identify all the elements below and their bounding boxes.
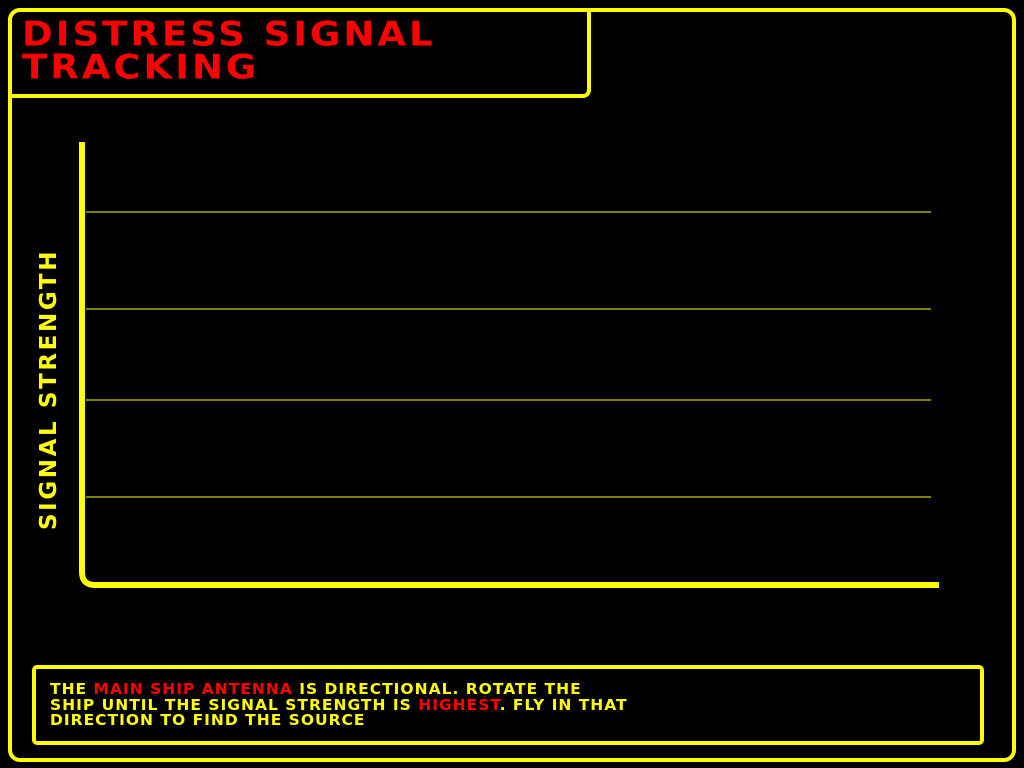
- chart-gridlines: [86, 211, 931, 498]
- instructions-panel: THE MAIN SHIP ANTENNA IS DIRECTIONAL. RO…: [32, 665, 984, 745]
- signal-chart: [79, 142, 939, 588]
- title-line-2: TRACKING: [22, 47, 260, 87]
- instructions-line3: DIRECTION TO FIND THE SOURCE: [50, 711, 366, 729]
- chart-axes: [79, 142, 939, 588]
- y-axis-label: SIGNAL STRENGTH: [36, 248, 62, 530]
- title-line-1: DISTRESS SIGNAL: [22, 14, 436, 54]
- page-title: DISTRESS SIGNAL TRACKING: [22, 14, 436, 87]
- highlight-highest: HIGHEST: [418, 695, 500, 714]
- instructions-line2-suffix: . FLY IN THAT: [499, 695, 628, 714]
- instructions-text: THE MAIN SHIP ANTENNA IS DIRECTIONAL. RO…: [50, 681, 950, 729]
- title-panel: DISTRESS SIGNAL TRACKING: [8, 8, 591, 98]
